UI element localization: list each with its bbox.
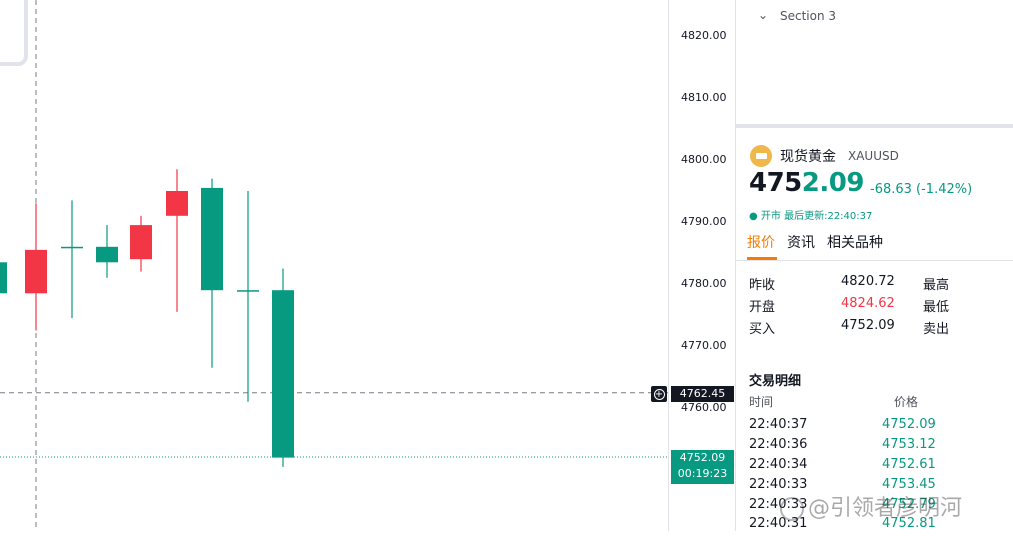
market-status: ● 开市 最后更新:22:40:37 [749, 207, 872, 222]
last-update-time: 22:40:37 [827, 211, 873, 222]
candle-body [201, 187, 223, 291]
trade-time: 22:40:34 [749, 457, 808, 472]
quote-label-ask: 卖出 [923, 322, 950, 337]
quote-label-high: 最高 [923, 278, 950, 293]
panel-divider [736, 124, 1013, 128]
symbol-name: 现货黄金 [780, 149, 836, 165]
candle-body [272, 290, 294, 458]
last-price-label: 4752.09 00:19:23 [671, 450, 734, 484]
quote-value-prev-close: 4820.72 [841, 274, 895, 289]
candlestick-chart[interactable] [0, 0, 668, 531]
section-3-header[interactable]: ⌄ Section 3 [736, 0, 1013, 34]
trade-price: 4753.12 [882, 437, 936, 452]
candle-body [237, 290, 259, 292]
price-tick-label: 4790.00 [681, 215, 727, 228]
candle-body [166, 191, 188, 216]
chart-area[interactable] [0, 0, 668, 531]
trade-row: 22:40:34 4752.61 [749, 457, 1009, 477]
price-tick-label: 4800.00 [681, 153, 727, 166]
trade-time: 22:40:37 [749, 417, 808, 432]
watermark-text: @引领者彦明河 [808, 496, 963, 521]
quote-label-open: 开盘 [749, 300, 776, 315]
weibo-icon [780, 497, 804, 521]
price-tail-digits: 2.09 [801, 168, 865, 198]
tab-news[interactable]: 资讯 [787, 232, 815, 252]
candle-body [25, 249, 47, 294]
symbol-details-panel: ⌄ Section 3 现货黄金 XAUUSD 4752.09 -68.63 (… [735, 0, 1013, 531]
crosshair-price-label: 4762.45 [671, 386, 734, 402]
trade-price: 4752.09 [882, 417, 936, 432]
trade-price: 4752.61 [882, 457, 936, 472]
active-tab-indicator [747, 257, 777, 260]
price-axis[interactable]: 4820.00 4810.00 4800.00 4790.00 4780.00 4770.… [668, 0, 736, 531]
price-tick-label: 4770.00 [681, 339, 727, 352]
tab-quote[interactable]: 报价 [747, 232, 775, 252]
trades-header-price: 价格 [894, 395, 919, 409]
price-main-digits: 475 [749, 168, 802, 198]
watermark: @引领者彦明河 [780, 490, 962, 522]
symbol-ticker: XAUUSD [848, 149, 899, 163]
candle-body [96, 246, 118, 263]
candle-body [0, 262, 7, 294]
trades-title: 交易明细 [749, 374, 802, 389]
price-tick-label: 4810.00 [681, 91, 727, 104]
candle-body [130, 225, 152, 260]
quote-label-bid: 买入 [749, 322, 776, 337]
bar-countdown: 00:19:23 [677, 467, 728, 480]
detail-tabs: 报价 资讯 相关品种 [736, 230, 1013, 261]
tab-related[interactable]: 相关品种 [827, 232, 883, 252]
gold-bar-icon [750, 145, 772, 167]
market-status-text: ● 开市 最后更新: [749, 211, 828, 222]
current-price: 4752.09 [749, 168, 864, 198]
section-label: Section 3 [780, 9, 837, 23]
plus-icon: + [653, 388, 665, 400]
trades-header-time: 时间 [749, 395, 774, 409]
candle-body [61, 246, 83, 249]
quote-label-prev-close: 昨收 [749, 278, 776, 293]
trade-row: 22:40:36 4753.12 [749, 437, 1009, 457]
price-tick-label: 4780.00 [681, 277, 727, 290]
price-tick-label: 4760.00 [681, 401, 727, 414]
trade-time: 22:40:36 [749, 437, 808, 452]
chevron-down-icon: ⌄ [758, 8, 769, 22]
quote-value-bid: 4752.09 [841, 318, 895, 333]
price-change: -68.63 (-1.42%) [870, 182, 973, 197]
quote-value-open: 4824.62 [841, 296, 895, 311]
last-price-value: 4752.09 [679, 451, 726, 464]
add-alert-button[interactable]: + [651, 386, 667, 402]
quote-label-low: 最低 [923, 300, 950, 315]
trade-row: 22:40:37 4752.09 [749, 417, 1009, 437]
price-tick-label: 4820.00 [681, 29, 727, 42]
